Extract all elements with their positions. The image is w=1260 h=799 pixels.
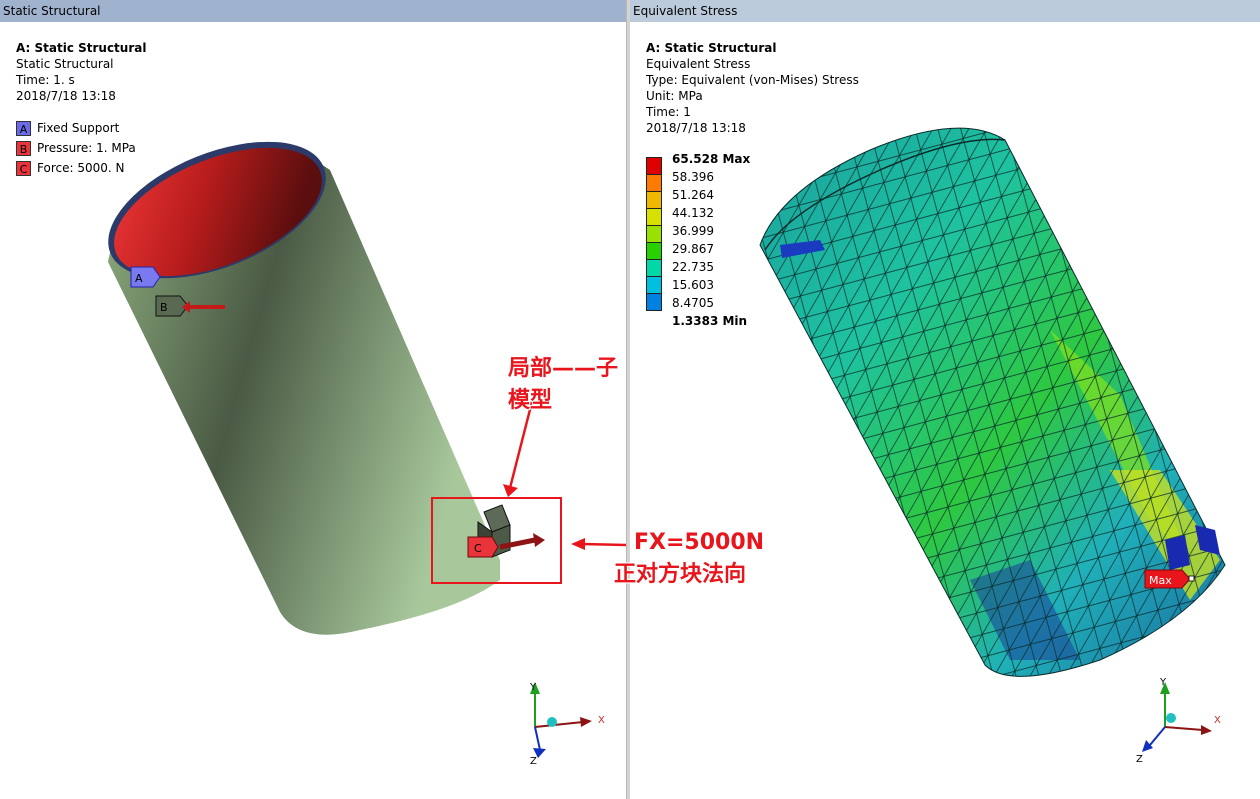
model-info: A: Static Structural Static Structural T… [16,40,146,104]
axis-triad-left[interactable]: Y X Z [529,682,605,767]
scale-label: 51.264 [672,188,714,202]
model-title: A: Static Structural [16,41,147,55]
scale-min-label: 1.3383 Min [672,314,748,328]
legend-badge: A [16,120,31,136]
scale-label: 15.603 [672,278,714,292]
scale-label: 36.999 [672,224,714,238]
scale-label: 29.867 [672,242,714,256]
scale-swatch [646,225,662,243]
svg-text:Z: Z [530,756,537,767]
model-info-line: 2018/7/18 13:18 [16,89,116,103]
submodel-annotation: 局部——子模型 [508,356,619,413]
legend-badge: C [16,160,31,176]
scale-swatch [646,293,662,311]
model-info-line: Time: 1. s [16,73,75,87]
result-info-line: Time: 1 [646,105,691,119]
legend-label: Pressure: 1. MPa [37,141,136,155]
legend-label: Force: 5000. N [37,161,125,175]
marker-a[interactable]: A [130,266,161,288]
result-info-line: Type: Equivalent (von-Mises) Stress [646,73,859,87]
result-info-line: Unit: MPa [646,89,703,103]
scale-bar [646,157,662,311]
svg-text:Z: Z [1136,754,1143,765]
force-pointer-arrow [581,542,626,547]
svg-text:Y: Y [1159,677,1167,688]
svg-text:B: B [160,301,168,314]
result-title: A: Static Structural [646,41,777,55]
scale-swatch [646,157,662,175]
svg-text:A: A [135,272,143,285]
legend-row-pressure[interactable]: B Pressure: 1. MPa [16,138,136,158]
legend-label: Fixed Support [37,121,120,135]
axis-triad-right[interactable]: Y X Z [1136,677,1221,765]
force-annotation-line1: FX=5000N [634,530,765,555]
stress-cylinder [759,127,1226,677]
result-info-line: 2018/7/18 13:18 [646,121,746,135]
scale-swatch [646,191,662,209]
svg-text:Y: Y [529,682,537,693]
boundary-condition-legend: A Fixed Support B Pressure: 1. MPa C For… [16,118,136,178]
legend-row-fixed-support[interactable]: A Fixed Support [16,118,136,138]
svg-text:X: X [1214,715,1221,726]
scale-labels: 65.528 Max 58.396 51.264 44.132 36.999 2… [672,150,750,330]
scale-max-label: 65.528 Max [672,152,751,166]
result-info-line: Equivalent Stress [646,57,751,71]
scale-label: 22.735 [672,260,714,274]
scale-swatch [646,276,662,294]
model-info-line: Static Structural [16,57,114,71]
results-viewport[interactable]: Equivalent Stress Max Y X Z A: Static St… [630,0,1260,799]
svg-text:Max: Max [1149,574,1172,587]
scale-label: 58.396 [672,170,714,184]
scale-label: 44.132 [672,206,714,220]
svg-text:C: C [474,542,482,555]
svg-text:X: X [598,715,605,726]
force-annotation-line2: 正对方块法向 [614,562,747,587]
legend-badge: B [16,140,31,156]
result-info: A: Static Structural Equivalent Stress T… [646,40,859,136]
legend-row-force[interactable]: C Force: 5000. N [16,158,136,178]
scale-swatch [646,174,662,192]
scale-label: 8.4705 [672,296,714,310]
scale-swatch [646,208,662,226]
marker-c[interactable]: C [467,536,499,558]
scale-swatch [646,259,662,277]
scale-swatch [646,242,662,260]
geometry-viewport[interactable]: Static Structural A B C Y X Z A: Static … [0,0,626,799]
